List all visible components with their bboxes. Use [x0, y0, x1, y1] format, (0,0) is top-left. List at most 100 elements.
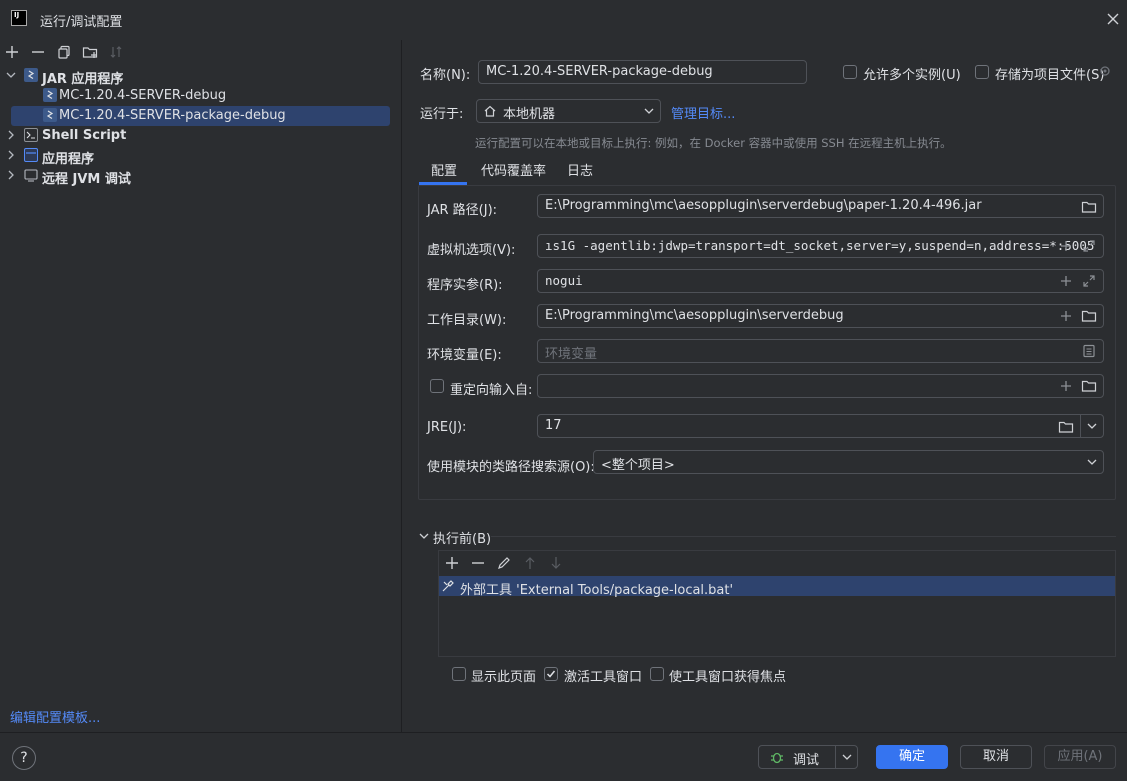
- tree-group-shell[interactable]: Shell Script: [0, 126, 400, 146]
- chevron-down-icon[interactable]: [6, 69, 16, 81]
- close-icon[interactable]: [1104, 10, 1122, 28]
- run-on-value: 本地机器: [503, 107, 556, 122]
- add-icon[interactable]: [1058, 308, 1074, 324]
- folder-icon[interactable]: [1081, 378, 1097, 394]
- application-icon: [24, 148, 38, 162]
- chevron-down-icon[interactable]: [842, 752, 852, 762]
- home-icon: [483, 104, 497, 118]
- module-label: 使用模块的类路径搜索源(O):: [427, 460, 595, 475]
- run-on-hint: 运行配置可以在本地或目标上执行: 例如，在 Docker 容器中或使用 SSH …: [475, 136, 952, 150]
- remote-debug-icon: [24, 168, 38, 182]
- jar-app-icon: [43, 88, 57, 102]
- edit-icon[interactable]: [496, 555, 512, 571]
- tree-group-label: 远程 JVM 调试: [42, 172, 131, 187]
- chevron-down-icon[interactable]: [1087, 457, 1097, 467]
- working-dir-label: 工作目录(W):: [427, 313, 507, 328]
- redirect-checkbox[interactable]: [430, 379, 444, 393]
- bug-icon: [770, 750, 784, 764]
- tree-group-label: 应用程序: [42, 152, 95, 167]
- move-up-icon: [522, 555, 538, 571]
- jar-path-label: JAR 路径(J):: [427, 203, 498, 218]
- list-icon[interactable]: [1081, 343, 1097, 359]
- app-logo-icon: IJ: [11, 10, 27, 26]
- redirect-input[interactable]: [537, 374, 1104, 398]
- tree-item-selected[interactable]: MC-1.20.4-SERVER-package-debug: [0, 106, 400, 126]
- tree-group-label: Shell Script: [42, 128, 127, 143]
- program-args-input[interactable]: nogui: [537, 269, 1104, 293]
- show-page-label: 显示此页面: [471, 670, 537, 685]
- activate-tool-label: 激活工具窗口: [564, 670, 643, 685]
- edit-templates-link[interactable]: 编辑配置模板...: [10, 707, 100, 726]
- add-icon[interactable]: [1058, 378, 1074, 394]
- remove-icon[interactable]: [470, 555, 486, 571]
- folder-icon[interactable]: [1058, 419, 1074, 435]
- new-folder-icon[interactable]: [82, 44, 98, 60]
- working-dir-input[interactable]: E:\Programming\mc\aesopplugin\serverdebu…: [537, 304, 1104, 328]
- name-label: 名称(N):: [420, 68, 471, 83]
- before-launch-label[interactable]: 执行前(B): [433, 528, 491, 547]
- allow-multiple-label: 允许多个实例(U): [863, 68, 961, 83]
- folder-icon[interactable]: [1081, 199, 1097, 215]
- chevron-down-icon[interactable]: [419, 531, 429, 541]
- allow-multiple-checkbox[interactable]: [843, 65, 857, 79]
- chevron-right-icon[interactable]: [6, 169, 16, 181]
- show-page-checkbox[interactable]: [452, 667, 466, 681]
- expand-icon[interactable]: [1081, 238, 1097, 254]
- apply-button[interactable]: 应用(A): [1044, 745, 1116, 769]
- name-input[interactable]: MC-1.20.4-SERVER-package-debug: [478, 60, 807, 84]
- jar-path-input[interactable]: E:\Programming\mc\aesopplugin\serverdebu…: [537, 194, 1104, 218]
- tree-group-label: JAR 应用程序: [42, 72, 124, 87]
- vm-options-label: 虚拟机选项(V):: [427, 243, 516, 258]
- store-as-project-checkbox[interactable]: [975, 65, 989, 79]
- env-label: 环境变量(E):: [427, 348, 502, 363]
- run-on-select[interactable]: 本地机器: [476, 99, 661, 123]
- tree-item-label: MC-1.20.4-SERVER-package-debug: [59, 108, 286, 123]
- remove-icon[interactable]: [30, 44, 46, 60]
- tree-group-remote-jvm[interactable]: 远程 JVM 调试: [0, 166, 400, 187]
- before-launch-list: [438, 550, 1116, 657]
- tab-config[interactable]: 配置: [431, 160, 457, 179]
- manage-targets-link[interactable]: 管理目标...: [671, 103, 735, 122]
- program-args-label: 程序实参(R):: [427, 278, 503, 293]
- tools-icon: [441, 579, 455, 593]
- title-bar: IJ 运行/调试配置: [0, 0, 1127, 40]
- tree-group-application[interactable]: 应用程序: [0, 146, 400, 167]
- debug-label: 调试: [793, 753, 820, 768]
- activate-tool-checkbox[interactable]: [544, 667, 558, 681]
- before-launch-item-label: 外部工具 'External Tools/package-local.bat': [460, 583, 734, 598]
- chevron-down-icon[interactable]: [644, 106, 654, 116]
- store-as-project-label: 存储为项目文件(S): [995, 68, 1105, 83]
- run-on-label: 运行于:: [420, 107, 464, 122]
- env-input[interactable]: 环境变量: [537, 339, 1104, 363]
- chevron-down-icon[interactable]: [1087, 421, 1097, 431]
- expand-icon[interactable]: [1081, 273, 1097, 289]
- chevron-right-icon[interactable]: [6, 149, 16, 161]
- add-icon[interactable]: [444, 555, 460, 571]
- tree-item[interactable]: MC-1.20.4-SERVER-debug: [0, 86, 400, 106]
- tab-logs[interactable]: 日志: [567, 160, 593, 179]
- module-select[interactable]: <整个项目>: [593, 450, 1104, 474]
- before-launch-separator: [491, 536, 1116, 537]
- gear-icon[interactable]: [1098, 64, 1112, 78]
- add-icon[interactable]: [1058, 238, 1074, 254]
- jre-select[interactable]: 17: [537, 414, 1104, 438]
- tree-item-label: MC-1.20.4-SERVER-debug: [59, 88, 227, 103]
- vm-options-input[interactable]: ıs1G -agentlib:jdwp=transport=dt_socket,…: [537, 234, 1104, 258]
- window-title: 运行/调试配置: [40, 15, 123, 30]
- jar-app-icon: [24, 68, 38, 82]
- add-icon[interactable]: [4, 44, 20, 60]
- jar-app-icon: [43, 108, 57, 122]
- help-button[interactable]: ?: [12, 746, 36, 770]
- app-logo-text: IJ: [14, 11, 20, 19]
- focus-tool-checkbox[interactable]: [650, 667, 664, 681]
- tree-group-jar[interactable]: JAR 应用程序: [0, 66, 400, 87]
- cancel-button[interactable]: 取消: [960, 745, 1032, 769]
- chevron-right-icon[interactable]: [6, 129, 16, 141]
- jre-divider: [1080, 414, 1081, 438]
- folder-icon[interactable]: [1081, 308, 1097, 324]
- tab-coverage[interactable]: 代码覆盖率: [481, 160, 546, 179]
- ok-button[interactable]: 确定: [876, 745, 948, 769]
- add-icon[interactable]: [1058, 273, 1074, 289]
- redirect-label: 重定向输入自:: [450, 383, 533, 398]
- copy-icon[interactable]: [56, 44, 72, 60]
